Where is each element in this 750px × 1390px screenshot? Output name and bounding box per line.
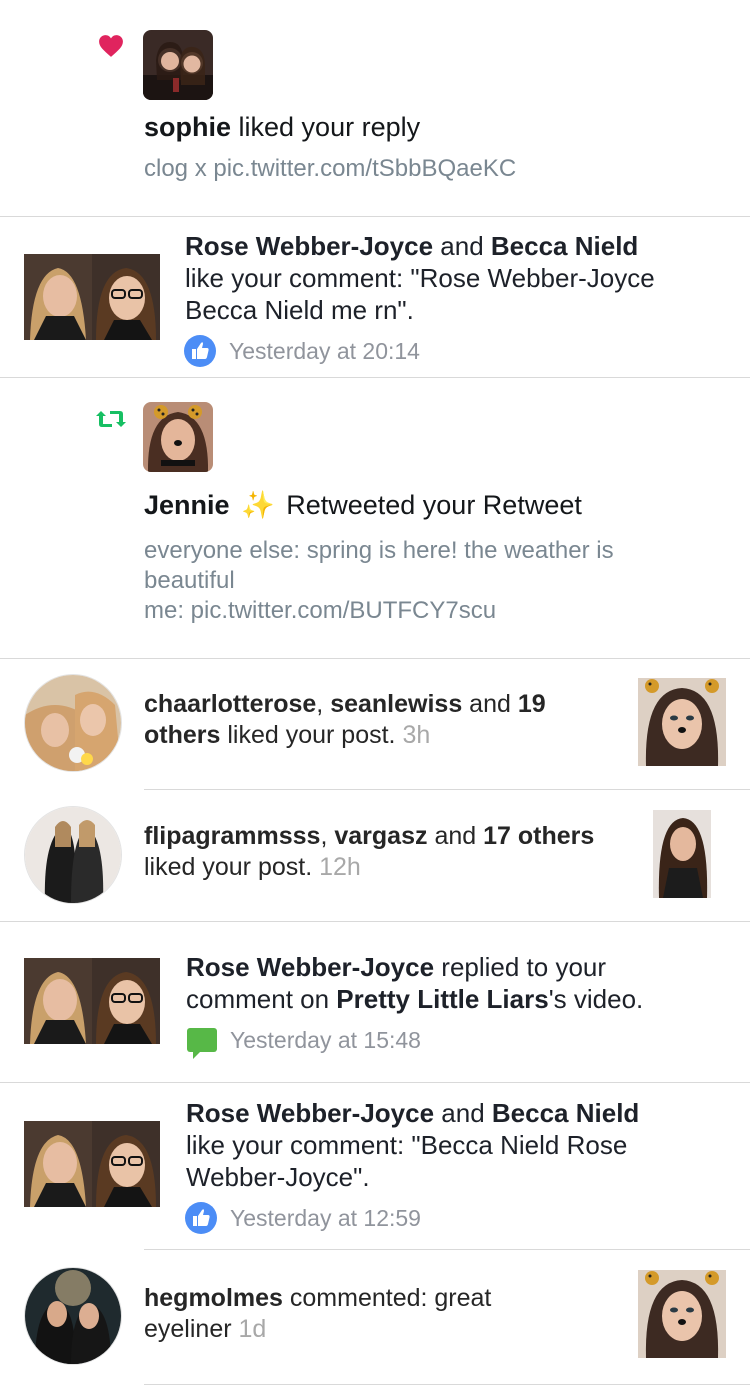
post-thumbnail[interactable] xyxy=(653,810,711,898)
others-count[interactable]: 17 others xyxy=(483,822,594,850)
comment-text: eyeliner xyxy=(144,1315,239,1343)
post-thumbnail[interactable] xyxy=(638,678,726,766)
actor-name[interactable]: Rose Webber-Joyce xyxy=(186,952,434,982)
notification-facebook-like[interactable]: Rose Webber-Joyce and Becca Nield like y… xyxy=(0,217,750,377)
thumbs-up-icon xyxy=(185,1202,217,1234)
notification-action: Retweeted your Retweet xyxy=(286,490,582,520)
username[interactable]: hegmolmes xyxy=(144,1284,283,1312)
notification-twitter-retweet[interactable]: Jennie ✨ Retweeted your Retweet everyone… xyxy=(0,378,750,658)
timestamp: 1d xyxy=(238,1315,267,1343)
divider xyxy=(144,1384,750,1385)
notification-title: sophie liked your reply xyxy=(144,110,420,144)
timestamp: 12h xyxy=(319,853,361,881)
notification-instagram-like[interactable]: flipagrammsss, vargasz and 17 others lik… xyxy=(0,790,750,921)
sparkles-icon: ✨ xyxy=(241,490,275,520)
actor-thumbnail xyxy=(24,254,160,340)
username[interactable]: seanlewiss xyxy=(330,690,462,718)
comment-text: like your comment: "Rose Webber-Joyce Be… xyxy=(185,263,655,325)
tweet-line: me: pic.twitter.com/BUTFCY7scu xyxy=(144,597,497,624)
post-thumbnail[interactable] xyxy=(638,1270,726,1358)
notification-twitter-like[interactable]: sophie liked your reply clog x pic.twitt… xyxy=(0,0,750,216)
notification-text: Rose Webber-Joyce and Becca Nield like y… xyxy=(185,230,730,326)
actor-name[interactable]: Becca Nield xyxy=(492,1098,639,1128)
username[interactable]: vargasz xyxy=(334,822,427,850)
conjunction: and xyxy=(434,1098,492,1128)
tweet-text[interactable]: everyone else: spring is here! the weath… xyxy=(144,536,724,626)
comment-text: like your comment: "Becca Nield Rose Web… xyxy=(186,1130,628,1192)
actor-thumbnail xyxy=(24,1121,160,1207)
avatar[interactable] xyxy=(143,402,213,472)
notification-action: replied to your xyxy=(434,952,607,982)
others-label[interactable]: others xyxy=(144,721,220,749)
retweet-icon xyxy=(96,411,126,427)
notification-text: hegmolmes commented: great eyeliner 1d xyxy=(144,1283,614,1345)
actor-name[interactable]: Jennie xyxy=(144,490,230,520)
notification-title: Jennie ✨ Retweeted your Retweet xyxy=(144,488,582,522)
notification-action: liked your post. xyxy=(220,721,403,749)
timestamp: 3h xyxy=(402,721,431,749)
notification-action: comment on xyxy=(186,984,337,1014)
notification-action: liked your post. xyxy=(144,853,320,881)
avatar[interactable] xyxy=(143,30,213,100)
tweet-line: beautiful xyxy=(144,567,235,594)
comment-icon xyxy=(187,1028,217,1059)
notification-text: chaarlotterose, seanlewiss and 19 others… xyxy=(144,689,614,751)
timestamp: Yesterday at 12:59 xyxy=(230,1205,421,1231)
actor-name[interactable]: sophie xyxy=(144,112,231,142)
avatar[interactable] xyxy=(24,806,122,904)
notification-facebook-like[interactable]: Rose Webber-Joyce and Becca Nield like y… xyxy=(0,1083,750,1249)
separator: , xyxy=(316,690,331,718)
conjunction: and xyxy=(433,231,491,261)
tweet-text[interactable]: clog x pic.twitter.com/tSbbBQaeKC xyxy=(144,154,516,184)
notification-text: flipagrammsss, vargasz and 17 others lik… xyxy=(144,821,634,883)
username[interactable]: chaarlotterose xyxy=(144,690,316,718)
thumbs-up-icon xyxy=(184,335,216,367)
page-name[interactable]: Pretty Little Liars xyxy=(336,984,548,1014)
avatar[interactable] xyxy=(24,1267,122,1365)
notification-instagram-like[interactable]: chaarlotterose, seanlewiss and 19 others… xyxy=(0,659,750,789)
heart-icon xyxy=(99,35,123,57)
notification-facebook-reply[interactable]: Rose Webber-Joyce replied to your commen… xyxy=(0,922,750,1082)
username[interactable]: flipagrammsss xyxy=(144,822,320,850)
notification-action: 's video. xyxy=(548,984,644,1014)
notification-text: Rose Webber-Joyce replied to your commen… xyxy=(186,951,731,1015)
conjunction: and xyxy=(462,690,518,718)
conjunction: and xyxy=(427,822,484,850)
separator: , xyxy=(320,822,335,850)
others-count[interactable]: 19 xyxy=(518,690,546,718)
notification-text: Rose Webber-Joyce and Becca Nield like y… xyxy=(186,1097,706,1193)
avatar[interactable] xyxy=(24,674,122,772)
timestamp: Yesterday at 20:14 xyxy=(229,338,420,364)
notification-action: liked your reply xyxy=(231,112,421,142)
actor-name[interactable]: Becca Nield xyxy=(491,231,638,261)
timestamp: Yesterday at 15:48 xyxy=(230,1027,421,1053)
actor-thumbnail xyxy=(24,958,160,1044)
actor-name[interactable]: Rose Webber-Joyce xyxy=(186,1098,434,1128)
notification-instagram-comment[interactable]: hegmolmes commented: great eyeliner 1d xyxy=(0,1250,750,1384)
actor-name[interactable]: Rose Webber-Joyce xyxy=(185,231,433,261)
tweet-line: everyone else: spring is here! the weath… xyxy=(144,537,614,564)
notification-action: commented: great xyxy=(282,1284,492,1312)
